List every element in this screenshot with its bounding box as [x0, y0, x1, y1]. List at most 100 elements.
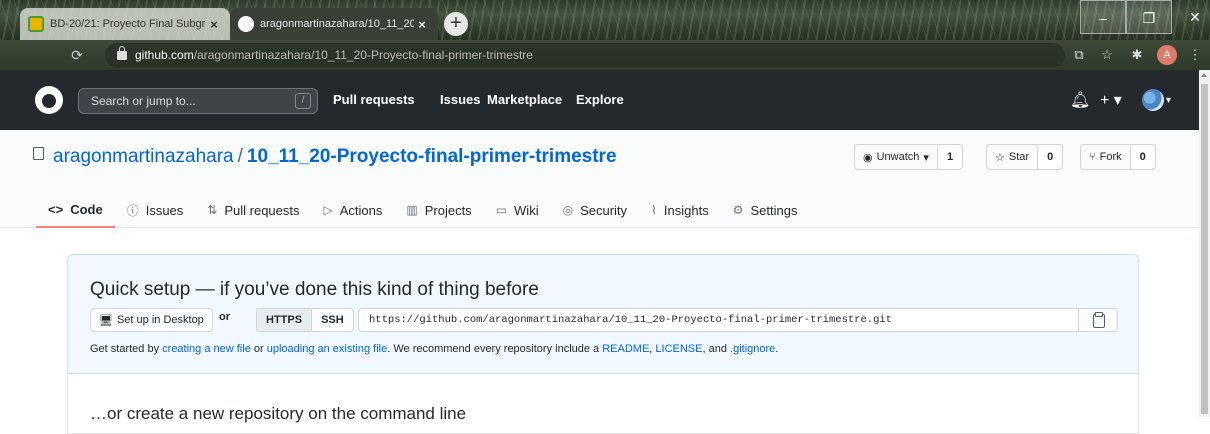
- tab-label: Wiki: [514, 202, 539, 218]
- ssh-button[interactable]: SSH: [311, 309, 353, 331]
- quick-setup-box: Quick setup — if you’ve done this kind o…: [67, 254, 1139, 374]
- tab-insights[interactable]: ⌇ Insights: [639, 192, 721, 228]
- copy-clipboard-button[interactable]: [1078, 308, 1118, 332]
- play-icon: ▷: [323, 203, 333, 217]
- nav-marketplace[interactable]: Marketplace: [487, 92, 562, 107]
- watch-button[interactable]: ◉ Unwatch ▾ 1: [854, 144, 964, 170]
- repository-header: aragonmartinazahara/10_11_20-Proyecto-fi…: [0, 130, 1199, 228]
- issue-icon: ⓘ: [126, 203, 139, 218]
- star-icon: ☆: [995, 151, 1005, 164]
- extension-icon[interactable]: ✱: [1128, 46, 1146, 64]
- watch-label: Unwatch: [876, 151, 920, 163]
- command-line-box: …or create a new repository on the comma…: [67, 374, 1139, 434]
- search-input[interactable]: Search or jump to... /: [78, 88, 318, 114]
- tab-projects[interactable]: ▥ Projects: [394, 192, 483, 228]
- repo-icon: [33, 147, 44, 160]
- upload-file-link[interactable]: uploading an existing file: [267, 343, 387, 355]
- watch-count[interactable]: 1: [937, 145, 963, 169]
- nav-pull-requests[interactable]: Pull requests: [333, 92, 415, 107]
- avatar-dropdown-icon[interactable]: ▾: [1166, 95, 1171, 106]
- url-path: /aragonmartinazahara/10_11_20-Proyecto-f…: [193, 48, 533, 62]
- code-icon: <>: [48, 201, 64, 217]
- address-bar[interactable]: github.com /aragonmartinazahara/10_11_20…: [105, 43, 1065, 67]
- minimize-button[interactable]: –: [1080, 0, 1126, 34]
- license-link[interactable]: LICENSE: [655, 343, 702, 355]
- tab-issues[interactable]: ⓘ Issues: [115, 192, 196, 228]
- tab-label: Issues: [145, 202, 184, 218]
- lock-icon: [117, 45, 127, 60]
- scrollbar-thumb[interactable]: [1201, 84, 1208, 414]
- tab-wiki[interactable]: ▭ Wiki: [484, 192, 551, 228]
- gear-icon: ⚙: [732, 203, 744, 217]
- clone-url-input[interactable]: https://github.com/aragonmartinazahara/1…: [358, 308, 1078, 332]
- project-icon: ▥: [406, 203, 418, 217]
- nav-explore[interactable]: Explore: [576, 92, 624, 107]
- fork-icon: ⑂: [1089, 151, 1096, 163]
- tab-actions[interactable]: ▷ Actions: [312, 192, 395, 228]
- repo-separator: /: [237, 146, 243, 167]
- tab-label: Settings: [750, 202, 798, 218]
- hint-text: .: [775, 343, 779, 355]
- desktop-button-label: Set up in Desktop: [116, 314, 204, 326]
- repo-name-link[interactable]: 10_11_20-Proyecto-final-primer-trimestre: [247, 146, 617, 167]
- hint-text: , and: [702, 343, 731, 355]
- browser-menu-icon[interactable]: ⋮: [1186, 46, 1204, 64]
- close-window-button[interactable]: ✕: [1172, 0, 1210, 34]
- page-scrollbar[interactable]: [1199, 70, 1210, 417]
- readme-link[interactable]: README: [602, 343, 649, 355]
- new-tab-button[interactable]: +: [444, 12, 468, 36]
- profile-avatar[interactable]: A: [1157, 45, 1177, 65]
- create-new-file-link[interactable]: creating a new file: [162, 343, 251, 355]
- translate-icon[interactable]: ⧉: [1070, 46, 1088, 64]
- nav-issues[interactable]: Issues: [440, 92, 480, 107]
- shield-icon: ◎: [562, 203, 574, 217]
- repo-tabs: <> Code ⓘ Issues ⇅ Pull requests ▷ Actions ▥…: [36, 192, 809, 228]
- hint-text: or: [250, 343, 267, 355]
- repo-owner-link[interactable]: aragonmartinazahara: [53, 146, 234, 167]
- bookmark-star-icon[interactable]: ☆: [1098, 46, 1116, 64]
- tab-code[interactable]: <> Code: [36, 192, 115, 228]
- fork-label: Fork: [1099, 151, 1122, 163]
- tab-label: Security: [580, 202, 628, 218]
- setup-in-desktop-button[interactable]: 🖥︎ Set up in Desktop: [90, 308, 213, 332]
- fork-count[interactable]: 0: [1130, 145, 1155, 169]
- browser-tab-title: aragonmartinazahara/10_11_20-: [260, 18, 414, 30]
- github-logo-icon[interactable]: [35, 86, 63, 114]
- notifications-bell-icon[interactable]: 🔔︎: [1070, 90, 1090, 110]
- browser-tab-title: BD-20/21: Proyecto Final Subgrup: [50, 18, 206, 30]
- reload-icon[interactable]: ⟳: [66, 44, 88, 66]
- star-button[interactable]: ☆ Star 0: [986, 144, 1064, 170]
- hint-text: Get started by: [90, 343, 163, 355]
- setup-hint: Get started by creating a new file or up…: [90, 343, 778, 355]
- scroll-up-icon[interactable]: [1201, 73, 1207, 77]
- github-header: Search or jump to... / Pull requests Iss…: [0, 70, 1199, 130]
- https-button[interactable]: HTTPS: [257, 309, 312, 331]
- tab-label: Pull requests: [224, 202, 300, 218]
- tab-pull-requests[interactable]: ⇅ Pull requests: [195, 192, 311, 228]
- repo-title: aragonmartinazahara/10_11_20-Proyecto-fi…: [53, 146, 617, 168]
- browser-tab-strip: BD-20/21: Proyecto Final Subgrup × arago…: [0, 0, 1210, 40]
- user-avatar[interactable]: [1142, 89, 1164, 111]
- graph-icon: ⌇: [651, 203, 657, 217]
- eye-icon: ◉: [863, 151, 873, 164]
- fork-button[interactable]: ⑂ Fork 0: [1080, 144, 1156, 170]
- star-count[interactable]: 0: [1038, 145, 1063, 169]
- protocol-toggle: HTTPS SSH: [256, 308, 354, 332]
- tab-label: Insights: [663, 202, 709, 218]
- tab-settings[interactable]: ⚙ Settings: [721, 192, 810, 228]
- github-favicon-icon: [238, 16, 254, 32]
- chevron-down-icon: ▾: [923, 151, 929, 164]
- maximize-button[interactable]: ❐: [1126, 0, 1172, 34]
- close-tab-icon[interactable]: ×: [414, 17, 430, 32]
- close-tab-icon[interactable]: ×: [206, 17, 222, 32]
- tab-security[interactable]: ◎ Security: [551, 192, 639, 228]
- create-new-plus-icon[interactable]: + ▾: [1100, 90, 1122, 110]
- tab-label: Projects: [424, 202, 472, 218]
- search-placeholder: Search or jump to...: [91, 94, 196, 108]
- browser-toolbar: ⟳ github.com /aragonmartinazahara/10_11_…: [0, 40, 1210, 70]
- browser-tab-1[interactable]: BD-20/21: Proyecto Final Subgrup ×: [20, 8, 230, 40]
- gitignore-link[interactable]: .gitignore: [730, 343, 775, 355]
- quick-setup-title: Quick setup — if you’ve done this kind o…: [90, 279, 539, 300]
- browser-tab-2[interactable]: aragonmartinazahara/10_11_20- ×: [230, 8, 438, 40]
- book-icon: ▭: [495, 203, 508, 217]
